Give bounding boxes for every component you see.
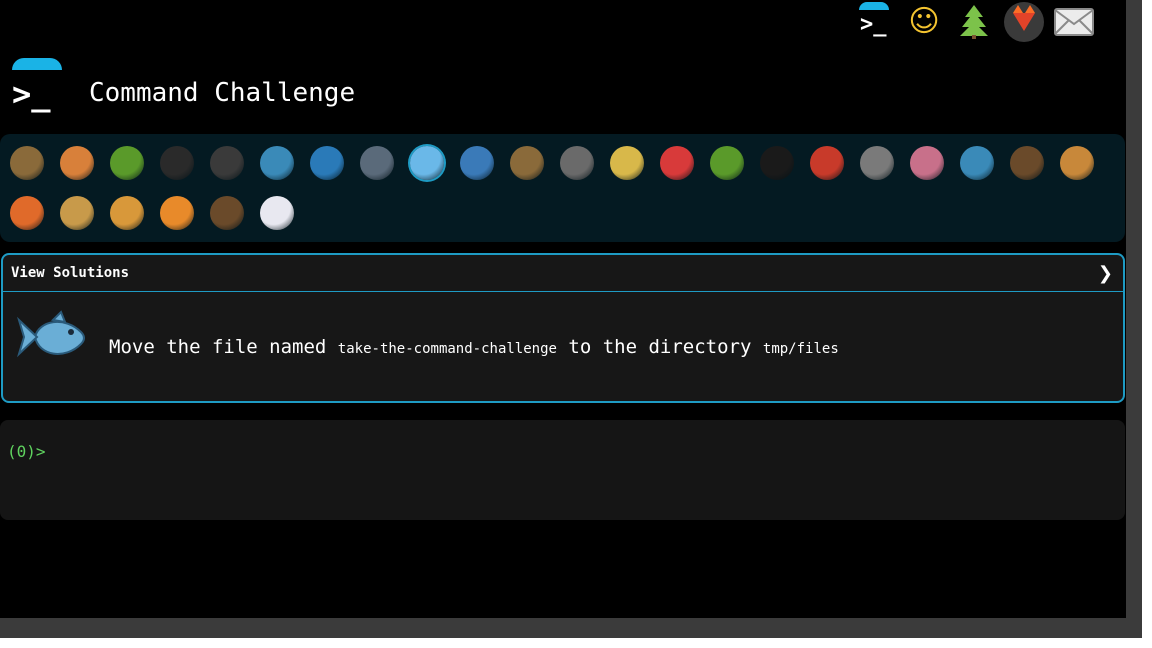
nav-gitlab-link[interactable] bbox=[1004, 2, 1044, 42]
view-solutions-toggle[interactable]: View Solutions ❯ bbox=[3, 255, 1123, 292]
terminal-prompt: (0)> bbox=[7, 442, 46, 461]
whale-icon bbox=[260, 146, 294, 180]
fly-icon bbox=[860, 146, 894, 180]
top-nav: >_ ☺ bbox=[854, 0, 1100, 44]
task-directory: tmp/files bbox=[762, 341, 839, 357]
challenge-cricket-button[interactable] bbox=[702, 138, 752, 188]
tree-icon bbox=[960, 5, 988, 39]
snail-icon bbox=[10, 146, 44, 180]
unicorn-icon bbox=[260, 196, 294, 230]
microbe-icon bbox=[960, 146, 994, 180]
cat-icon bbox=[60, 196, 94, 230]
challenge-blowfish-button[interactable] bbox=[502, 138, 552, 188]
ant-icon bbox=[160, 146, 194, 180]
vertical-scrollbar[interactable] bbox=[1126, 0, 1142, 638]
view-solutions-label: View Solutions bbox=[11, 265, 130, 281]
challenge-worm-button[interactable] bbox=[902, 138, 952, 188]
monkey-icon bbox=[1010, 146, 1044, 180]
challenge-wolf-button[interactable] bbox=[552, 138, 602, 188]
terminal-input-area[interactable]: (0)> bbox=[0, 420, 1125, 520]
challenge-task: Move the file named take-the-command-cha… bbox=[109, 336, 839, 358]
challenge-body: Move the file named take-the-command-cha… bbox=[3, 292, 1123, 402]
nav-mail-link[interactable] bbox=[1054, 2, 1094, 42]
worm-icon bbox=[910, 146, 944, 180]
challenge-whale-button[interactable] bbox=[252, 138, 302, 188]
spider-web-icon bbox=[210, 146, 244, 180]
scorpion-icon bbox=[810, 146, 844, 180]
page-title: Command Challenge bbox=[89, 78, 356, 108]
chevron-right-icon: ❯ bbox=[1097, 262, 1113, 284]
shushing-face-icon: ☺ bbox=[908, 4, 940, 39]
mail-icon bbox=[1054, 8, 1094, 36]
nav-shushing-face-link[interactable]: ☺ bbox=[904, 2, 944, 42]
challenge-animal-bar bbox=[0, 134, 1125, 242]
challenge-fish-button[interactable] bbox=[402, 138, 452, 188]
challenge-fox-button[interactable] bbox=[2, 188, 52, 238]
cricket-icon bbox=[710, 146, 744, 180]
dog-icon bbox=[1060, 146, 1094, 180]
dolphin-icon bbox=[360, 146, 394, 180]
blowfish-icon bbox=[510, 146, 544, 180]
tiger-icon bbox=[160, 196, 194, 230]
challenge-caterpillar-button[interactable] bbox=[102, 138, 152, 188]
tropical-fish-icon bbox=[460, 146, 494, 180]
challenge-monkey-button[interactable] bbox=[1002, 138, 1052, 188]
horizontal-scrollbar[interactable] bbox=[0, 618, 1126, 638]
challenge-microbe-button[interactable] bbox=[952, 138, 1002, 188]
challenge-butterfly-button[interactable] bbox=[52, 138, 102, 188]
shark-icon bbox=[310, 146, 344, 180]
task-middle: to the directory bbox=[568, 336, 752, 358]
bee-icon bbox=[610, 146, 644, 180]
task-file-name: take-the-command-challenge bbox=[337, 341, 557, 357]
page-viewport: >_ ☺ >_ Command Challenge View Solutions… bbox=[0, 0, 1126, 618]
challenge-dolphin-button[interactable] bbox=[352, 138, 402, 188]
challenge-unicorn-button[interactable] bbox=[252, 188, 302, 238]
lion-icon bbox=[110, 196, 144, 230]
challenge-tropical-fish-button[interactable] bbox=[452, 138, 502, 188]
butterfly-icon bbox=[60, 146, 94, 180]
task-prefix: Move the file named bbox=[109, 336, 327, 358]
wolf-icon bbox=[560, 146, 594, 180]
challenge-ladybug-button[interactable] bbox=[652, 138, 702, 188]
caterpillar-icon bbox=[110, 146, 144, 180]
challenge-cat-button[interactable] bbox=[52, 188, 102, 238]
challenge-horse-button[interactable] bbox=[202, 188, 252, 238]
challenge-card: View Solutions ❯ Move the file named tak… bbox=[1, 253, 1125, 403]
fish-icon bbox=[410, 146, 444, 180]
spider-icon bbox=[760, 146, 794, 180]
ladybug-icon bbox=[660, 146, 694, 180]
challenge-tiger-button[interactable] bbox=[152, 188, 202, 238]
challenge-scorpion-button[interactable] bbox=[802, 138, 852, 188]
nav-tree-link[interactable] bbox=[954, 2, 994, 42]
challenge-fly-button[interactable] bbox=[852, 138, 902, 188]
challenge-lion-button[interactable] bbox=[102, 188, 152, 238]
challenge-shark-button[interactable] bbox=[302, 138, 352, 188]
nav-terminal-link[interactable]: >_ bbox=[854, 2, 894, 42]
challenge-spider-web-button[interactable] bbox=[202, 138, 252, 188]
fox-icon bbox=[10, 196, 44, 230]
logo-icon[interactable]: >_ bbox=[10, 58, 64, 112]
challenge-bee-button[interactable] bbox=[602, 138, 652, 188]
horse-icon bbox=[210, 196, 244, 230]
challenge-ant-button[interactable] bbox=[152, 138, 202, 188]
challenge-snail-button[interactable] bbox=[2, 138, 52, 188]
challenge-dog-button[interactable] bbox=[1052, 138, 1102, 188]
fish-icon bbox=[16, 310, 85, 358]
challenge-spider-button[interactable] bbox=[752, 138, 802, 188]
gitlab-icon bbox=[1004, 2, 1044, 42]
terminal-icon: >_ bbox=[854, 2, 894, 42]
